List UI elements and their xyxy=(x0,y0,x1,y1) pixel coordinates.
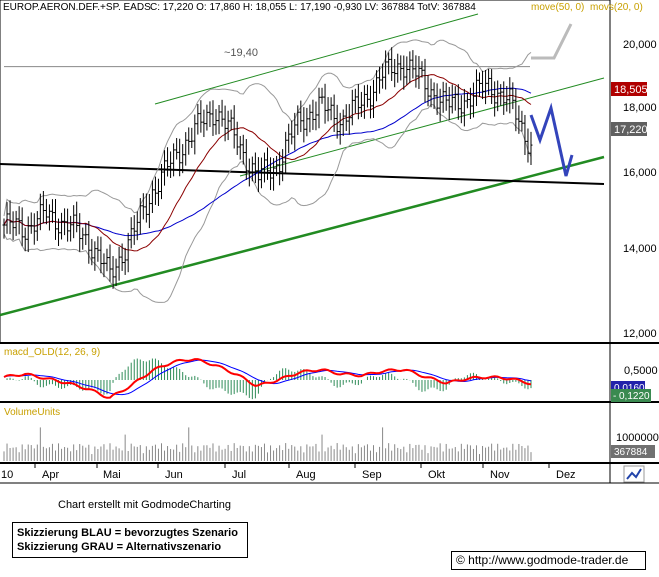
horizontal-trend-line xyxy=(0,163,605,185)
channel-upper-line xyxy=(154,13,479,105)
chart-credit: Chart erstellt mit GodmodeCharting xyxy=(58,499,232,511)
x-tick-label: Okt xyxy=(428,469,445,481)
volume-y-tick: 1000000 xyxy=(616,432,659,444)
macd-plot xyxy=(3,358,532,400)
x-tick-label: 10 xyxy=(1,469,13,481)
last-price-text: 17,220 xyxy=(614,124,648,136)
macd-value-sign: - xyxy=(613,391,616,402)
macd-title: macd_OLD(12, 26, 9) xyxy=(4,347,100,358)
y-tick-label: 18,000 xyxy=(623,102,657,114)
indicator-movs: movs(20, 0) xyxy=(590,2,643,13)
quote-line: C: 17,220 O: 17,860 H: 18,055 L: 17,190 … xyxy=(150,2,476,13)
volume-title: VolumeUnits xyxy=(4,407,60,418)
x-tick-label: Aug xyxy=(296,469,316,481)
x-tick-label: Jun xyxy=(165,469,183,481)
x-tick-label: Mai xyxy=(103,469,121,481)
volume-value-text: 367884 xyxy=(614,447,648,458)
x-tick-label: Apr xyxy=(42,469,59,481)
legend-gray: Skizzierung GRAU = Alternativszenario xyxy=(17,541,222,553)
price-plot xyxy=(0,13,605,317)
y-tick-label: 20,000 xyxy=(623,39,657,51)
ma-value-text: 18,505 xyxy=(614,84,648,96)
indicator-move: move(50, 0) xyxy=(531,2,584,13)
instrument-title: EUROP.AERON.DEF.+SP. EADS xyxy=(3,2,151,13)
source-url[interactable]: © http://www.godmode-trader.de xyxy=(451,551,646,570)
x-tick-label: Jul xyxy=(232,469,246,481)
macd-value-text: 0,1220 xyxy=(619,391,650,402)
scenario-gray-arrow xyxy=(531,23,573,60)
legend-blue: Skizzierung BLAU = bevorzugtes Szenario xyxy=(17,527,238,539)
scenario-legend: Skizzierung BLAU = bevorzugtes Szenario … xyxy=(12,522,248,558)
chart-canvas: EUROP.AERON.DEF.+SP. EADS C: 17,220 O: 1… xyxy=(0,0,659,484)
x-tick-label: Nov xyxy=(490,469,510,481)
bollinger-lower xyxy=(3,103,532,303)
volume-plot xyxy=(3,427,532,461)
macd-line xyxy=(3,358,532,399)
y-tick-label: 14,000 xyxy=(623,243,657,255)
y-tick-label: 12,000 xyxy=(623,328,657,340)
macd-y-tick: 0,5000 xyxy=(624,365,658,377)
logo-icon xyxy=(623,465,645,483)
resistance-label: ~19,40 xyxy=(224,47,258,59)
x-tick-label: Dez xyxy=(556,469,576,481)
y-tick-label: 16,000 xyxy=(623,167,657,179)
x-tick-label: Sep xyxy=(362,469,382,481)
